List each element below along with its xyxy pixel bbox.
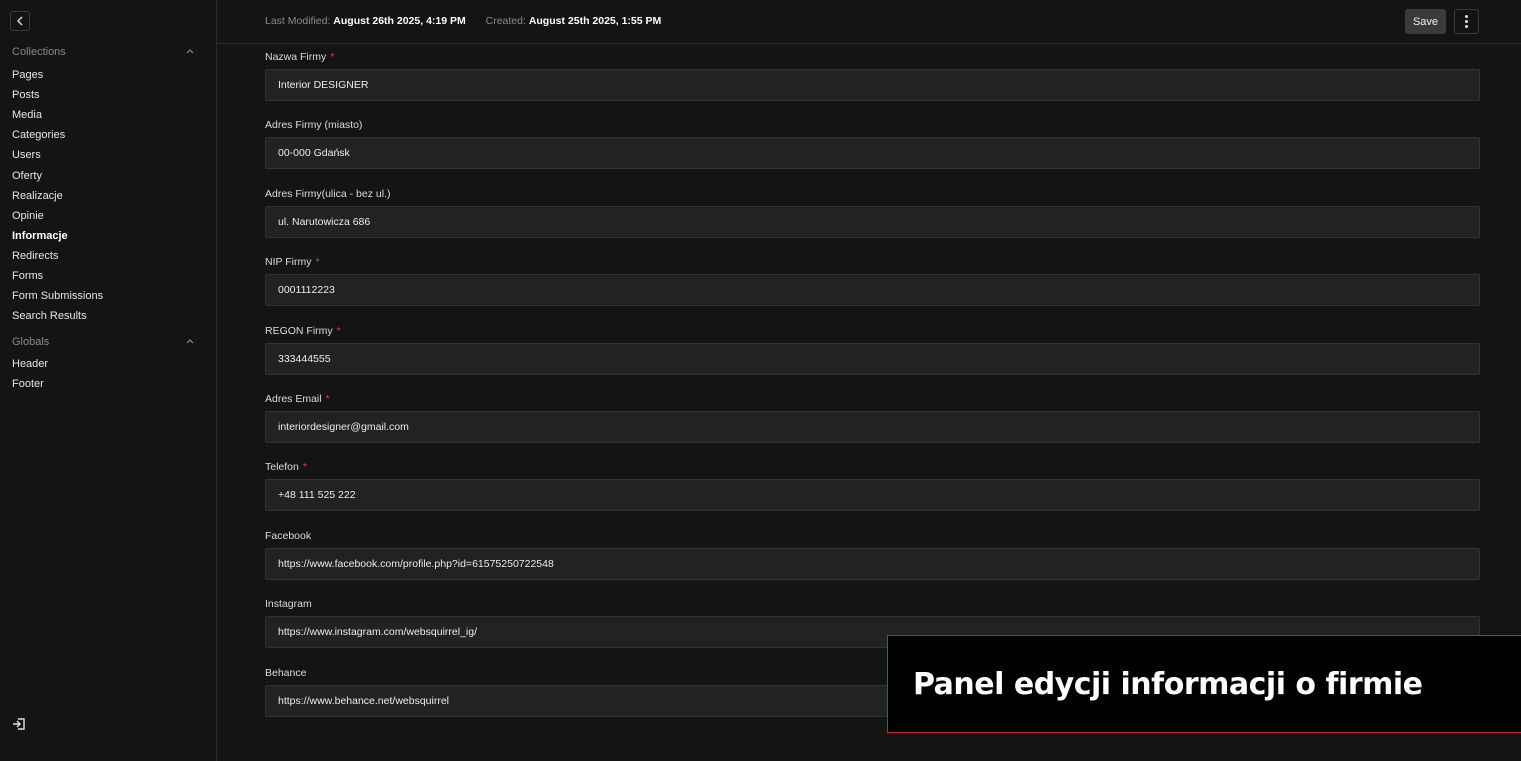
sidebar: Collections Pages Posts Media Categories Use… <box>0 0 217 761</box>
field-label: REGON Firmy * <box>265 325 341 337</box>
last-modified-value: August 26th 2025, 4:19 PM <box>333 15 466 27</box>
field-label: Facebook <box>265 530 311 542</box>
field-label-text: Facebook <box>265 529 312 542</box>
field-label-text: Adres Firmy(ulica - bez ul.) <box>265 187 391 200</box>
sidebar-item-posts[interactable]: Posts <box>12 89 40 101</box>
sidebar-item-categories[interactable]: Categories <box>12 129 65 141</box>
field-label: NIP Firmy * <box>265 256 320 268</box>
required-marker: * <box>330 51 335 63</box>
required-marker: * <box>336 324 341 337</box>
field-label-text: Telefon <box>265 461 299 474</box>
sidebar-item-users[interactable]: Users <box>12 149 41 161</box>
document-meta: Last Modified: August 26th 2025, 4:19 PM… <box>265 15 661 27</box>
created-label: Created: <box>485 15 526 27</box>
field-input[interactable] <box>265 342 1480 375</box>
sidebar-item-opinie[interactable]: Opinie <box>12 210 44 222</box>
field-label: Adres Firmy(ulica - bez ul.) <box>265 188 390 200</box>
field-label: Adres Firmy (miasto) <box>265 119 362 131</box>
field-input[interactable] <box>265 479 1480 512</box>
sidebar-item-header[interactable]: Header <box>12 358 48 370</box>
more-options-icon[interactable] <box>1454 9 1479 34</box>
field-label: Instagram <box>265 598 312 610</box>
field-input[interactable] <box>265 205 1480 238</box>
document-header: Last Modified: August 26th 2025, 4:19 PM… <box>217 0 1521 44</box>
field-input[interactable] <box>265 69 1480 101</box>
field-input[interactable] <box>265 274 1480 307</box>
sidebar-item-form-submissions[interactable]: Form Submissions <box>12 290 103 302</box>
field-label-text: Adres Firmy (miasto) <box>265 119 363 132</box>
logout-icon[interactable] <box>12 717 26 731</box>
caption-text: Panel edycji informacji o firmie <box>913 666 1423 702</box>
required-marker: * <box>302 461 307 474</box>
required-marker: * <box>315 256 320 269</box>
field-label: Behance <box>265 667 306 679</box>
sidebar-item-oferty[interactable]: Oferty <box>12 170 42 182</box>
globals-group-label: Globals <box>12 336 50 348</box>
globals-chevron-up-icon[interactable] <box>186 336 194 347</box>
field-label-text: Nazwa Firmy <box>265 51 327 63</box>
sidebar-item-pages[interactable]: Pages <box>12 69 43 81</box>
field-label: Telefon * <box>265 461 307 473</box>
sidebar-item-redirects[interactable]: Redirects <box>12 250 58 262</box>
field-label-text: REGON Firmy <box>265 324 333 337</box>
last-modified-label: Last Modified: <box>265 15 331 27</box>
field-label-text: Behance <box>265 666 307 679</box>
sidebar-item-media[interactable]: Media <box>12 109 42 121</box>
sidebar-item-forms[interactable]: Forms <box>12 270 43 282</box>
field-input[interactable] <box>265 411 1480 443</box>
required-marker: * <box>325 393 330 405</box>
collections-chevron-up-icon[interactable] <box>186 46 194 57</box>
sidebar-item-informacje[interactable]: Informacje <box>12 230 68 242</box>
field-label-text: Adres Email <box>265 393 322 405</box>
back-button[interactable] <box>10 11 30 31</box>
save-button[interactable]: Save <box>1405 9 1446 34</box>
collections-group-label: Collections <box>12 46 66 58</box>
field-input[interactable] <box>265 547 1480 580</box>
app: Collections Pages Posts Media Categories Use… <box>0 0 1521 761</box>
sidebar-item-footer[interactable]: Footer <box>12 378 44 390</box>
created-value: August 25th 2025, 1:55 PM <box>528 15 662 27</box>
sidebar-item-realizacje[interactable]: Realizacje <box>12 190 63 202</box>
sidebar-item-search-results[interactable]: Search Results <box>12 310 87 322</box>
field-input[interactable] <box>265 137 1480 170</box>
caption-banner: Panel edycji informacji o firmie <box>887 635 1521 733</box>
field-label-text: Instagram <box>265 598 312 611</box>
field-label: Adres Email * <box>265 393 330 405</box>
chevron-left-icon <box>17 16 23 26</box>
field-label-text: NIP Firmy <box>265 256 312 269</box>
field-label: Nazwa Firmy * <box>265 51 334 63</box>
